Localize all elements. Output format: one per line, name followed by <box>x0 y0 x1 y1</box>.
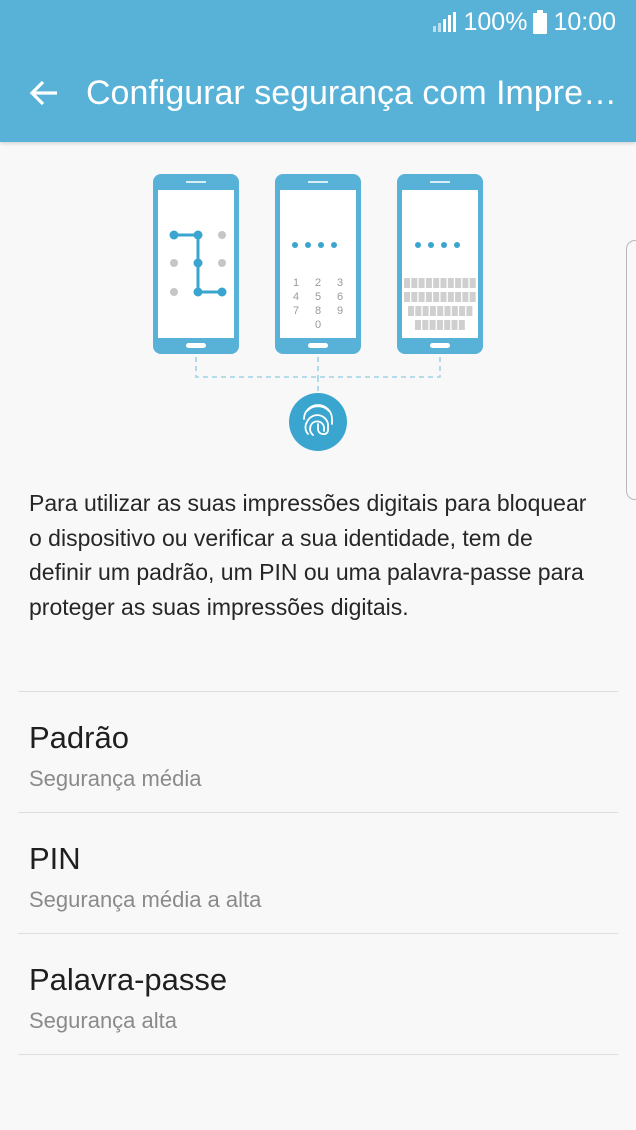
pin-key: 7 <box>293 305 299 317</box>
keyboard-key <box>411 278 418 288</box>
battery-percent: 100% <box>463 7 528 36</box>
pin-key: 8 <box>315 305 321 317</box>
page-title: Configurar segurança com Impressões digi… <box>86 74 626 112</box>
option-password[interactable]: Palavra-passe Segurança alta <box>0 934 636 1054</box>
phone-pattern-illustration <box>153 174 239 354</box>
keyboard-key <box>458 320 465 330</box>
keyboard-key <box>451 306 458 316</box>
keyboard-key <box>422 306 429 316</box>
keyboard-key <box>425 292 432 302</box>
keyboard-key <box>411 292 418 302</box>
battery-icon <box>533 10 548 34</box>
fingerprint-icon <box>289 393 347 451</box>
keyboard-key <box>455 278 462 288</box>
keyboard-key <box>444 320 451 330</box>
keyboard-key <box>444 306 451 316</box>
keyboard-key <box>469 292 476 302</box>
keyboard-key <box>459 306 466 316</box>
pin-key: 0 <box>315 319 321 331</box>
keyboard-key <box>451 320 458 330</box>
pin-key: 9 <box>337 305 343 317</box>
keyboard-key <box>437 306 444 316</box>
keyboard-key <box>433 292 440 302</box>
option-subtitle: Segurança média a alta <box>29 887 262 912</box>
connector-lines <box>195 357 441 392</box>
keyboard-key <box>433 278 440 288</box>
keyboard-key <box>404 278 410 288</box>
description-text: Para utilizar as suas impressões digitai… <box>29 490 587 620</box>
clock: 10:00 <box>553 7 616 36</box>
keyboard-key <box>418 278 425 288</box>
option-subtitle: Segurança média <box>29 766 202 791</box>
status-indicators: 100% 10:00 <box>433 6 616 38</box>
pin-key: 6 <box>337 291 343 303</box>
keyboard-key <box>440 278 447 288</box>
pin-key: 1 <box>293 277 299 289</box>
keyboard-key <box>418 292 425 302</box>
option-title: Padrão <box>29 720 129 755</box>
keyboard-key <box>436 320 443 330</box>
keyboard-key <box>447 278 454 288</box>
keyboard-key <box>447 292 454 302</box>
keyboard-key <box>415 306 422 316</box>
keyboard-key <box>429 306 436 316</box>
option-pin[interactable]: PIN Segurança média a alta <box>0 813 636 933</box>
keyboard-key <box>469 278 476 288</box>
arrow-left-icon <box>29 80 57 106</box>
keyboard-key <box>429 320 436 330</box>
divider <box>18 1054 618 1055</box>
keyboard-key <box>415 320 421 330</box>
edge-panel-handle[interactable] <box>626 240 636 500</box>
pin-key: 3 <box>337 277 343 289</box>
keyboard-key <box>422 320 429 330</box>
option-title: Palavra-passe <box>29 962 228 997</box>
option-subtitle: Segurança alta <box>29 1008 177 1033</box>
app-bar: Configurar segurança com Impressões digi… <box>0 44 636 142</box>
option-title: PIN <box>29 841 81 876</box>
keyboard-key <box>425 278 432 288</box>
keyboard-key <box>462 292 469 302</box>
signal-icon <box>433 12 457 32</box>
keyboard-key <box>462 278 469 288</box>
status-bar: 100% 10:00 <box>0 0 636 44</box>
keyboard-key <box>440 292 447 302</box>
phone-pin-illustration: 1 2 3 4 5 6 7 8 9 0 <box>275 174 361 354</box>
pin-key: 2 <box>315 277 321 289</box>
back-button[interactable] <box>20 69 68 117</box>
keyboard-key <box>408 306 414 316</box>
pin-key: 5 <box>315 291 321 303</box>
keyboard-key <box>404 292 410 302</box>
keyboard-key <box>466 306 473 316</box>
keyboard-key <box>455 292 462 302</box>
phone-password-illustration <box>397 174 483 354</box>
pin-key: 4 <box>293 291 299 303</box>
lock-methods-illustration: 1 2 3 4 5 6 7 8 9 0 <box>150 172 490 457</box>
option-pattern[interactable]: Padrão Segurança média <box>0 692 636 812</box>
